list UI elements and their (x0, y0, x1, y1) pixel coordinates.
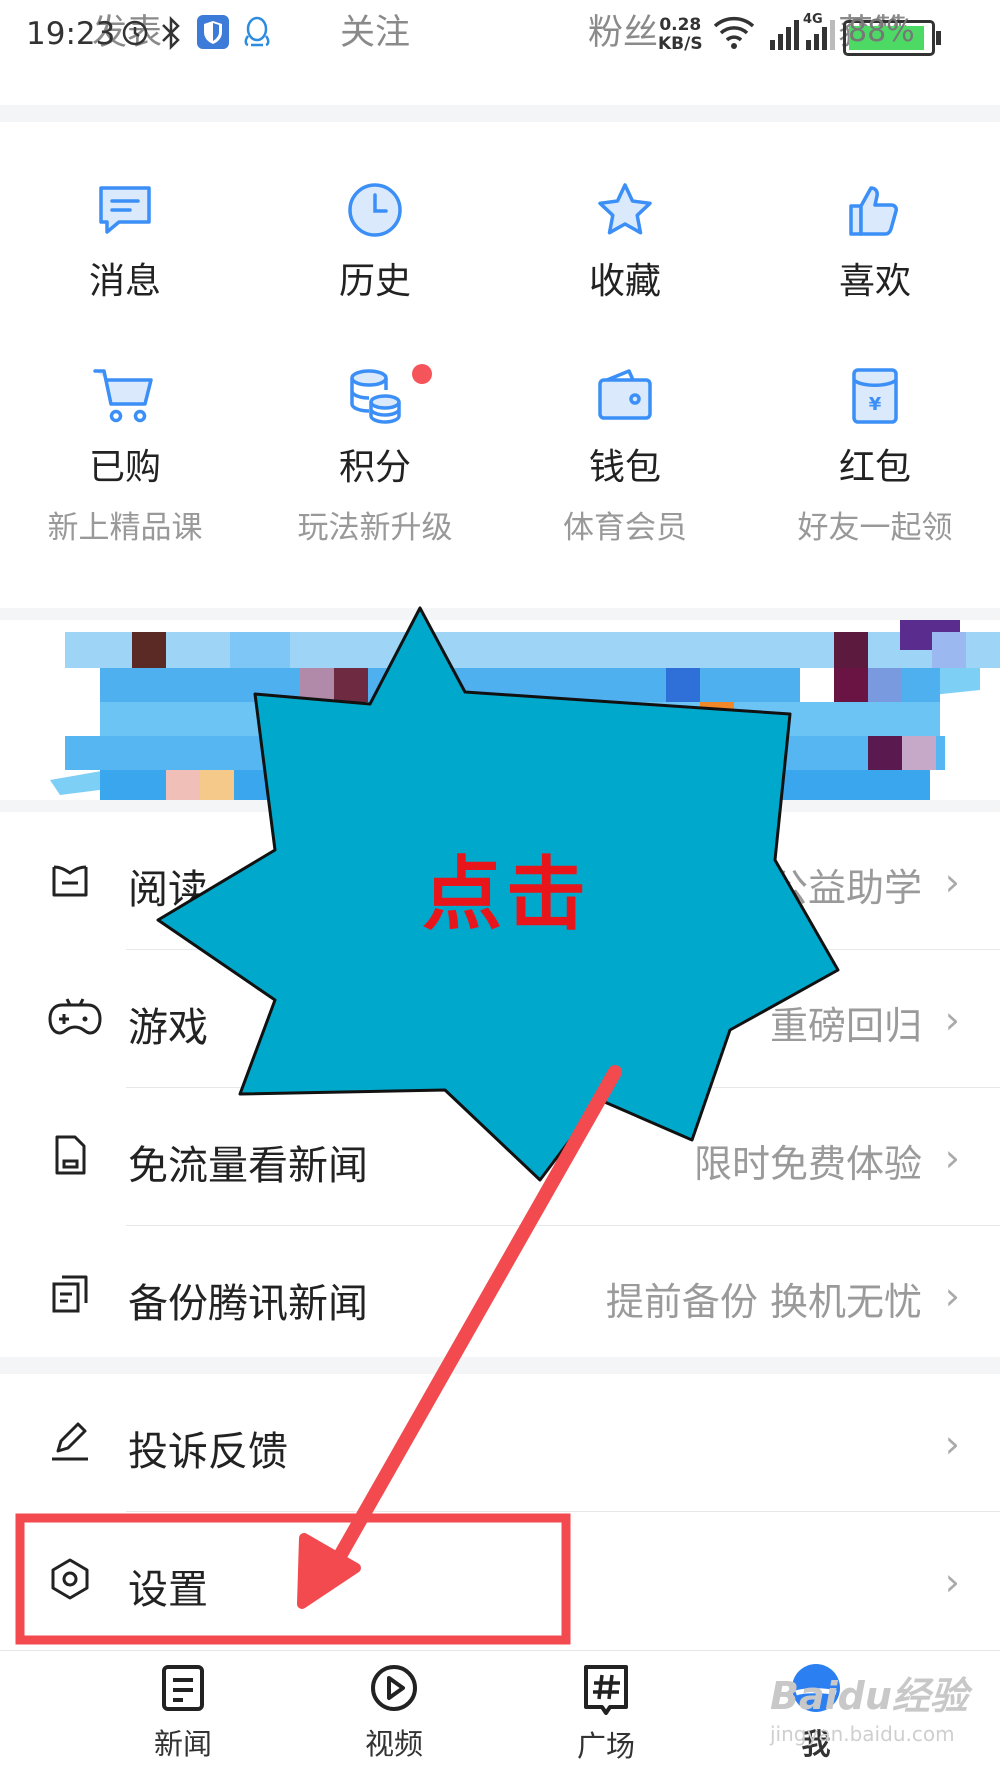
highlight-box (15, 1513, 571, 1645)
watermark-url: jingyan.baidu.com (770, 1722, 955, 1746)
callout-label: 点击 (422, 848, 590, 941)
pointer-arrow-line (325, 1065, 622, 1577)
watermark-logo: Baidu经验 (770, 1674, 968, 1718)
